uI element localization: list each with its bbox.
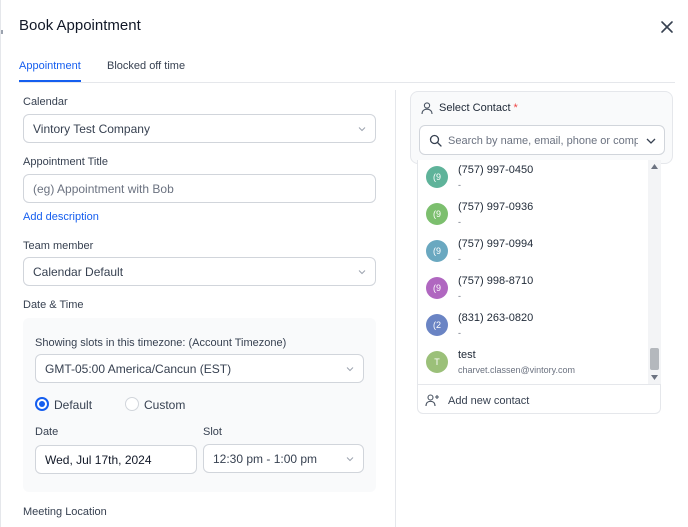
radio-custom[interactable] bbox=[125, 397, 139, 411]
date-time-panel: Showing slots in this timezone: (Account… bbox=[23, 318, 376, 492]
tab-appointment[interactable]: Appointment bbox=[19, 60, 81, 82]
contact-sub: - bbox=[458, 328, 461, 338]
contact-item[interactable]: (9 (757) 997-0994 - bbox=[418, 234, 648, 271]
slot-select[interactable]: 12:30 pm - 1:00 pm bbox=[203, 444, 364, 473]
chevron-down-icon bbox=[346, 456, 354, 461]
user-add-icon bbox=[425, 394, 439, 407]
contact-name: (757) 997-0936 bbox=[458, 201, 534, 213]
contact-sub: - bbox=[458, 217, 461, 227]
close-icon[interactable] bbox=[657, 17, 677, 37]
contact-sub: charvet.classen@vintory.com bbox=[458, 365, 576, 375]
avatar: T bbox=[426, 351, 448, 373]
avatar: (2 bbox=[426, 314, 448, 336]
avatar: (9 bbox=[426, 203, 448, 225]
avatar: (9 bbox=[426, 166, 448, 188]
slot-value: 12:30 pm - 1:00 pm bbox=[213, 451, 318, 466]
contact-list: (9 (757) 997-0450 - (9 (757) 997-0936 - … bbox=[418, 160, 648, 384]
team-member-label: Team member bbox=[23, 240, 94, 252]
radio-custom-label: Custom bbox=[144, 398, 186, 412]
contact-name: (757) 997-0994 bbox=[458, 238, 534, 250]
date-label: Date bbox=[35, 426, 59, 438]
contact-list-scrollbar[interactable] bbox=[648, 160, 661, 384]
contact-sub: - bbox=[458, 291, 461, 301]
contact-search-input[interactable]: Search by name, email, phone or company bbox=[419, 125, 665, 155]
contact-item[interactable]: (2 (831) 263-0820 - bbox=[418, 308, 648, 345]
scrollbar-thumb[interactable] bbox=[650, 348, 659, 370]
contact-sub: - bbox=[458, 254, 461, 264]
date-time-label: Date & Time bbox=[23, 299, 84, 311]
avatar: (9 bbox=[426, 277, 448, 299]
team-member-value: Calendar Default bbox=[33, 264, 124, 279]
tab-bar: Appointment Blocked off time bbox=[19, 60, 675, 83]
add-new-contact-button[interactable]: Add new contact bbox=[418, 384, 661, 414]
required-mark: * bbox=[513, 102, 518, 114]
contact-item[interactable]: (9 (757) 997-0450 - bbox=[418, 160, 648, 197]
team-member-select[interactable]: Calendar Default bbox=[23, 257, 376, 286]
tab-blocked-off-time[interactable]: Blocked off time bbox=[107, 60, 185, 80]
chevron-down-icon bbox=[346, 366, 354, 371]
calendar-value: Vintory Test Company bbox=[33, 121, 150, 136]
timezone-value: GMT-05:00 America/Cancun (EST) bbox=[45, 361, 232, 376]
calendar-select[interactable]: Vintory Test Company bbox=[23, 114, 376, 143]
add-description-link[interactable]: Add description bbox=[23, 211, 99, 223]
contact-name: test bbox=[458, 349, 476, 361]
modal-title: Book Appointment bbox=[19, 17, 141, 34]
date-value: Wed, Jul 17th, 2024 bbox=[45, 452, 152, 467]
contact-dropdown: (9 (757) 997-0450 - (9 (757) 997-0936 - … bbox=[417, 160, 661, 414]
contact-item[interactable]: (9 (757) 997-0936 - bbox=[418, 197, 648, 234]
book-appointment-modal: Book Appointment Appointment Blocked off… bbox=[0, 0, 688, 527]
radio-default-label: Default bbox=[54, 398, 93, 412]
contact-search-placeholder: Search by name, email, phone or company bbox=[448, 135, 638, 147]
scroll-up-icon[interactable] bbox=[651, 164, 658, 169]
slot-label: Slot bbox=[203, 426, 222, 438]
timezone-select[interactable]: GMT-05:00 America/Cancun (EST) bbox=[35, 354, 364, 383]
contact-name: (831) 263-0820 bbox=[458, 312, 534, 324]
meeting-location-label: Meeting Location bbox=[23, 506, 107, 518]
select-contact-panel: Select Contact * Search by name, email, p… bbox=[410, 91, 673, 164]
chevron-down-icon[interactable] bbox=[646, 137, 656, 145]
chevron-down-icon bbox=[358, 269, 366, 274]
user-icon bbox=[421, 102, 433, 115]
add-new-contact-label: Add new contact bbox=[448, 395, 530, 407]
edge-marker bbox=[1, 30, 3, 34]
contact-sub: - bbox=[458, 180, 461, 190]
appointment-title-input[interactable]: (eg) Appointment with Bob bbox=[23, 174, 376, 203]
timezone-label: Showing slots in this timezone: (Account… bbox=[35, 337, 287, 349]
contact-item[interactable]: (9 (757) 998-8710 - bbox=[418, 271, 648, 308]
radio-default[interactable] bbox=[35, 397, 49, 411]
appointment-title-placeholder: (eg) Appointment with Bob bbox=[33, 181, 174, 196]
contact-item[interactable]: T test charvet.classen@vintory.com bbox=[418, 345, 648, 382]
chevron-down-icon bbox=[358, 126, 366, 131]
select-contact-label: Select Contact bbox=[439, 102, 511, 114]
select-contact-title: Select Contact * bbox=[439, 102, 518, 114]
column-divider bbox=[395, 90, 396, 527]
avatar: (9 bbox=[426, 240, 448, 262]
search-icon bbox=[429, 134, 442, 147]
appointment-title-label: Appointment Title bbox=[23, 156, 108, 168]
calendar-label: Calendar bbox=[23, 96, 68, 108]
scroll-down-icon[interactable] bbox=[651, 375, 658, 380]
contact-name: (757) 997-0450 bbox=[458, 164, 534, 176]
contact-name: (757) 998-8710 bbox=[458, 275, 534, 287]
date-input[interactable]: Wed, Jul 17th, 2024 bbox=[35, 445, 197, 474]
